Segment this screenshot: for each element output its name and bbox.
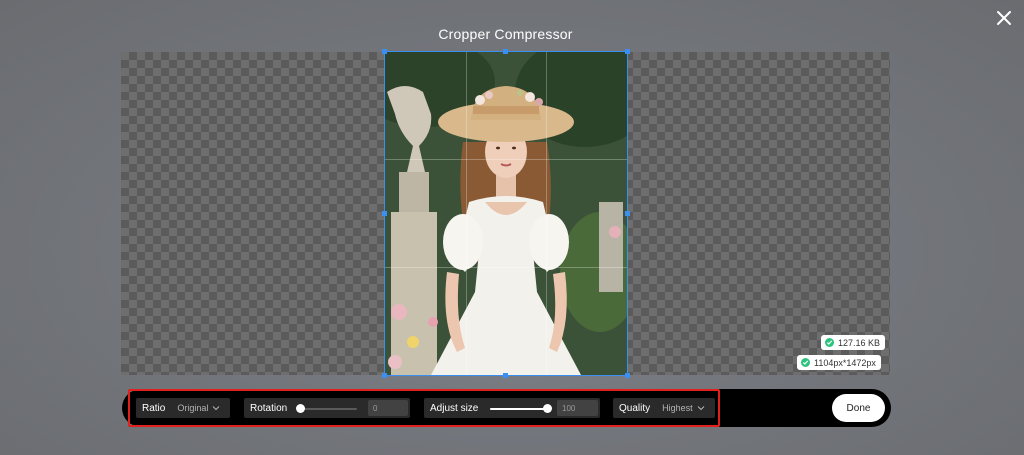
ratio-select[interactable]: Original	[177, 403, 220, 413]
ratio-control[interactable]: Ratio Original	[136, 398, 230, 418]
crop-handle-bottom-right[interactable]	[625, 373, 630, 378]
file-size-badge: 127.16 KB	[821, 335, 886, 350]
crop-handle-top-right[interactable]	[625, 49, 630, 54]
check-circle-icon	[825, 338, 834, 347]
adjust-size-slider-thumb[interactable]	[543, 404, 552, 413]
chevron-down-icon	[213, 406, 220, 411]
rotation-slider-track[interactable]	[300, 408, 357, 410]
file-size-text: 127.16 KB	[838, 337, 881, 348]
ratio-label: Ratio	[142, 402, 166, 414]
crop-frame[interactable]	[384, 51, 628, 376]
done-button[interactable]: Done	[832, 394, 885, 422]
crop-handle-top[interactable]	[503, 49, 508, 54]
crop-handle-top-left[interactable]	[382, 49, 387, 54]
adjust-size-slider-fill	[490, 408, 547, 410]
quality-select[interactable]: Highest	[662, 403, 705, 413]
rotation-input[interactable]: 0	[368, 400, 408, 416]
crop-handle-bottom[interactable]	[503, 373, 508, 378]
adjust-size-input[interactable]: 100	[557, 400, 598, 416]
adjust-size-label: Adjust size	[430, 402, 479, 414]
close-icon[interactable]	[993, 7, 1015, 29]
dialog-title: Cropper Compressor	[438, 26, 573, 42]
quality-value: Highest	[662, 403, 693, 413]
crop-handle-right[interactable]	[625, 211, 630, 216]
check-circle-icon	[801, 358, 810, 367]
crop-handle-left[interactable]	[382, 211, 387, 216]
crop-handle-bottom-left[interactable]	[382, 373, 387, 378]
quality-control[interactable]: Quality Highest	[613, 398, 715, 418]
rotation-slider-thumb[interactable]	[296, 404, 305, 413]
rotation-label: Rotation	[250, 402, 288, 414]
ratio-value: Original	[177, 403, 209, 413]
dimensions-badge: 1104px*1472px	[797, 355, 881, 370]
dimensions-text: 1104px*1472px	[814, 357, 876, 368]
quality-label: Quality	[619, 402, 651, 414]
chevron-down-icon	[697, 406, 704, 411]
